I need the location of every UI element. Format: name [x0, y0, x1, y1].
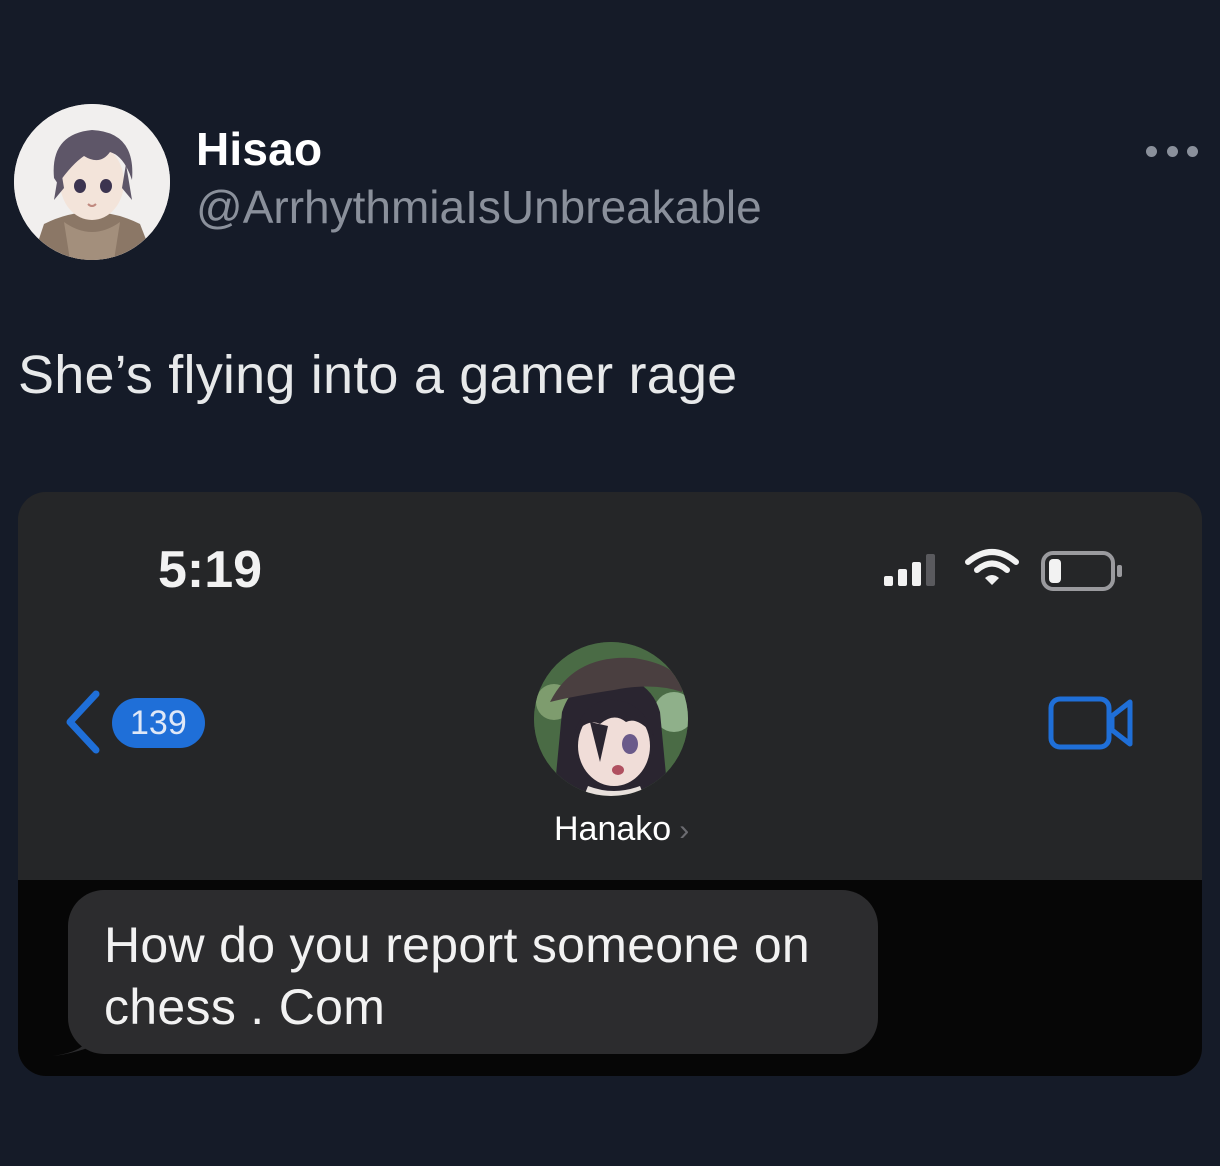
- message-text: How do you report someone on chess . Com: [104, 917, 811, 1035]
- phone-header: 5:19 139 Hanako ›: [18, 492, 1202, 880]
- wifi-icon: [965, 549, 1019, 585]
- contact-name-button[interactable]: Hanako ›: [554, 810, 689, 849]
- unread-count-badge: 139: [112, 698, 205, 748]
- video-call-icon[interactable]: [1048, 696, 1134, 750]
- chevron-left-icon: [66, 690, 100, 754]
- chevron-right-icon: ›: [679, 814, 690, 847]
- contact-name: Hanako: [554, 810, 672, 848]
- status-bar-time: 5:19: [158, 541, 263, 599]
- message-thread: How do you report someone on chess . Com: [18, 880, 1202, 1076]
- status-bar-icons: [882, 548, 1132, 592]
- cellular-signal-icon: [884, 554, 935, 586]
- author-handle[interactable]: @ArrhythmiaIsUnbreakable: [196, 180, 762, 234]
- author-avatar[interactable]: [14, 104, 170, 260]
- tweet-text: She’s flying into a gamer rage: [18, 345, 738, 405]
- more-horizontal-icon[interactable]: [1146, 142, 1198, 160]
- incoming-message-bubble[interactable]: How do you report someone on chess . Com: [68, 890, 878, 1054]
- tweet-media-screenshot[interactable]: 5:19 139 Hanako › How do you report some…: [18, 492, 1202, 1076]
- author-display-name[interactable]: Hisao: [196, 122, 322, 176]
- tweet-header: Hisao @ArrhythmiaIsUnbreakable: [0, 0, 1220, 280]
- battery-icon: [1041, 551, 1122, 591]
- contact-avatar[interactable]: [534, 642, 688, 796]
